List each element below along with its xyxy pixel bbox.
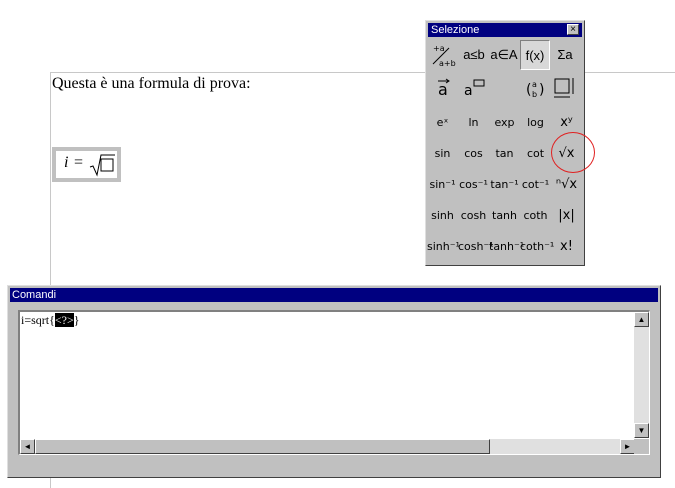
category-set-operations[interactable]: a∈A [489, 40, 519, 70]
svg-text:): ) [539, 82, 544, 98]
func-sinh-button[interactable]: sinh [427, 201, 458, 231]
func-coth-button[interactable]: coth [520, 201, 551, 231]
commands-text[interactable]: i=sqrt{<?>} [21, 313, 80, 328]
func-absolute-value-button[interactable]: |x| [551, 201, 582, 231]
category-formats[interactable]: ( a b ) [520, 73, 550, 103]
binomial-icon: ( a b ) [526, 80, 544, 99]
vector-attribute-icon: a [438, 78, 450, 99]
category-operators[interactable]: Σa [550, 40, 580, 70]
scroll-left-icon[interactable]: ◄ [20, 439, 35, 454]
svg-text:a: a [464, 83, 473, 99]
func-arcosh-button[interactable]: cosh⁻¹ [458, 232, 494, 262]
func-arccot-button[interactable]: cot⁻¹ [520, 170, 551, 200]
operators-icon: +a a+b [432, 44, 456, 68]
brackets-icon: a [464, 79, 485, 99]
selected-placeholder[interactable]: <?> [54, 313, 74, 327]
commands-title: Comandi [12, 289, 57, 301]
func-log-button[interactable]: log [520, 108, 551, 138]
svg-text:a+b: a+b [439, 59, 456, 68]
svg-text:a: a [532, 80, 537, 89]
format-spacing-icon [554, 78, 574, 98]
func-sin-button[interactable]: sin [427, 139, 458, 169]
func-cos-button[interactable]: cos [458, 139, 489, 169]
palette-titlebar[interactable]: Selezione × [428, 23, 582, 37]
horizontal-scroll-thumb[interactable] [35, 439, 490, 454]
commands-window: Comandi i=sqrt{<?>} ▲ ▼ ◄ ► [7, 285, 661, 478]
commands-titlebar[interactable]: Comandi [10, 288, 658, 302]
close-icon[interactable]: × [567, 24, 579, 35]
func-tan-button[interactable]: tan [489, 139, 520, 169]
func-arcsin-button[interactable]: sin⁻¹ [427, 170, 458, 200]
highlight-circle [551, 132, 595, 173]
category-functions[interactable]: f(x) [520, 40, 550, 70]
func-arcoth-button[interactable]: coth⁻¹ [520, 232, 554, 262]
command-text-before: i=sqrt{ [21, 313, 55, 327]
category-brackets[interactable]: a [459, 73, 489, 103]
palette-title: Selezione [431, 24, 480, 36]
formula-variable: i [64, 154, 69, 171]
category-unary-binary-operators[interactable]: +a a+b [429, 40, 459, 70]
func-cot-button[interactable]: cot [520, 139, 551, 169]
func-nth-root-button[interactable]: ⁿ√x [551, 170, 582, 200]
formula-canvas: i = [56, 151, 117, 178]
func-arccos-button[interactable]: cos⁻¹ [458, 170, 489, 200]
svg-text:b: b [532, 90, 537, 99]
scrollbar-corner [634, 439, 649, 454]
func-tanh-button[interactable]: tanh [489, 201, 520, 231]
category-others[interactable] [550, 73, 580, 103]
func-natural-log-button[interactable]: ln [458, 108, 489, 138]
sqrt-placeholder-icon [89, 154, 115, 177]
formula-equals: = [74, 154, 84, 171]
commands-editor[interactable]: i=sqrt{<?>} ▲ ▼ ◄ ► [18, 310, 650, 455]
scroll-up-icon[interactable]: ▲ [634, 312, 649, 327]
func-exp-power-button[interactable]: eˣ [427, 108, 458, 138]
svg-text:+a: +a [433, 44, 445, 53]
document-text: Questa è una formula di prova: [52, 75, 251, 92]
vertical-scrollbar[interactable]: ▲ ▼ [634, 312, 649, 438]
func-exp-button[interactable]: exp [489, 108, 520, 138]
palette-categories: +a a+b a≤b a∈A f(x) Σa [429, 40, 581, 70]
formula-object[interactable]: i = [52, 147, 121, 182]
func-artanh-button[interactable]: tanh⁻¹ [489, 232, 524, 262]
horizontal-scrollbar[interactable]: ◄ ► [20, 439, 635, 454]
category-attributes[interactable]: a [429, 73, 459, 103]
func-cosh-button[interactable]: cosh [458, 201, 489, 231]
func-factorial-button[interactable]: x! [551, 232, 582, 262]
category-relations[interactable]: a≤b [459, 40, 489, 70]
func-arctan-button[interactable]: tan⁻¹ [489, 170, 520, 200]
command-text-after: } [73, 313, 80, 327]
func-arsinh-button[interactable]: sinh⁻¹ [427, 232, 460, 262]
scroll-down-icon[interactable]: ▼ [634, 423, 649, 438]
scroll-right-icon[interactable]: ► [620, 439, 635, 454]
svg-text:(: ( [526, 82, 531, 98]
